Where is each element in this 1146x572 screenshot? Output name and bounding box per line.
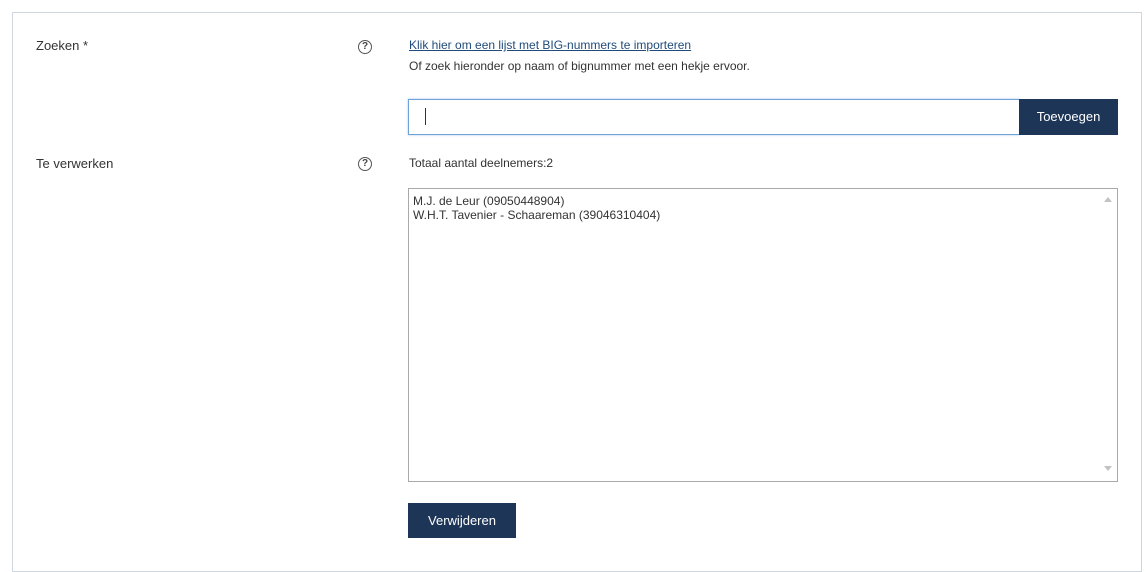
help-icon[interactable]: ? xyxy=(358,40,372,54)
search-hint: Of zoek hieronder op naam of bignummer m… xyxy=(409,59,750,73)
scroll-down-arrow-icon[interactable] xyxy=(1104,466,1112,471)
add-button[interactable]: Toevoegen xyxy=(1019,99,1118,135)
participants-listbox[interactable]: M.J. de Leur (09050448904) W.H.T. Taveni… xyxy=(408,188,1118,482)
help-icon[interactable]: ? xyxy=(358,157,372,171)
list-item[interactable]: M.J. de Leur (09050448904) xyxy=(413,194,1095,208)
search-label: Zoeken * xyxy=(36,38,89,53)
search-input[interactable] xyxy=(408,99,1020,135)
list-item[interactable]: W.H.T. Tavenier - Schaareman (3904631040… xyxy=(413,208,1095,222)
listbox-scrollbar[interactable] xyxy=(1100,189,1117,481)
process-label: Te verwerken xyxy=(36,156,114,171)
participant-count: Totaal aantal deelnemers:2 xyxy=(409,156,554,170)
import-big-numbers-link[interactable]: Klik hier om een lijst met BIG-nummers t… xyxy=(409,38,691,52)
scroll-up-arrow-icon[interactable] xyxy=(1104,197,1112,202)
text-cursor xyxy=(425,108,426,125)
remove-button[interactable]: Verwijderen xyxy=(408,503,516,538)
participants-list: M.J. de Leur (09050448904) W.H.T. Taveni… xyxy=(413,194,1095,222)
